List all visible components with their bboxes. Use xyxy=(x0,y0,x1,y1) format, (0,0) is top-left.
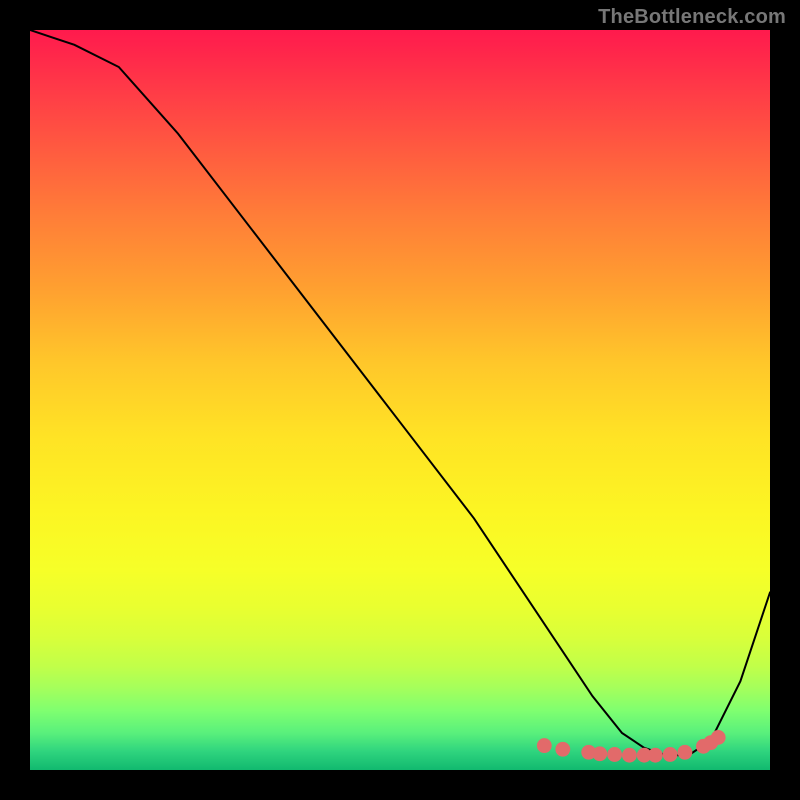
optimal-marker xyxy=(592,746,607,761)
curve-path xyxy=(30,30,770,755)
optimal-marker xyxy=(711,730,726,745)
watermark-text: TheBottleneck.com xyxy=(598,6,786,29)
bottleneck-curve xyxy=(30,30,770,755)
optimal-marker xyxy=(678,745,693,760)
chart-svg xyxy=(30,30,770,770)
optimal-marker xyxy=(555,742,570,757)
optimal-marker xyxy=(537,738,552,753)
optimal-marker xyxy=(607,747,622,762)
optimal-marker xyxy=(648,748,663,763)
plot-area xyxy=(30,30,770,770)
optimal-marker xyxy=(622,748,637,763)
chart-frame: TheBottleneck.com xyxy=(0,0,800,800)
optimal-marker xyxy=(663,747,678,762)
optimal-zone-markers xyxy=(537,730,726,763)
